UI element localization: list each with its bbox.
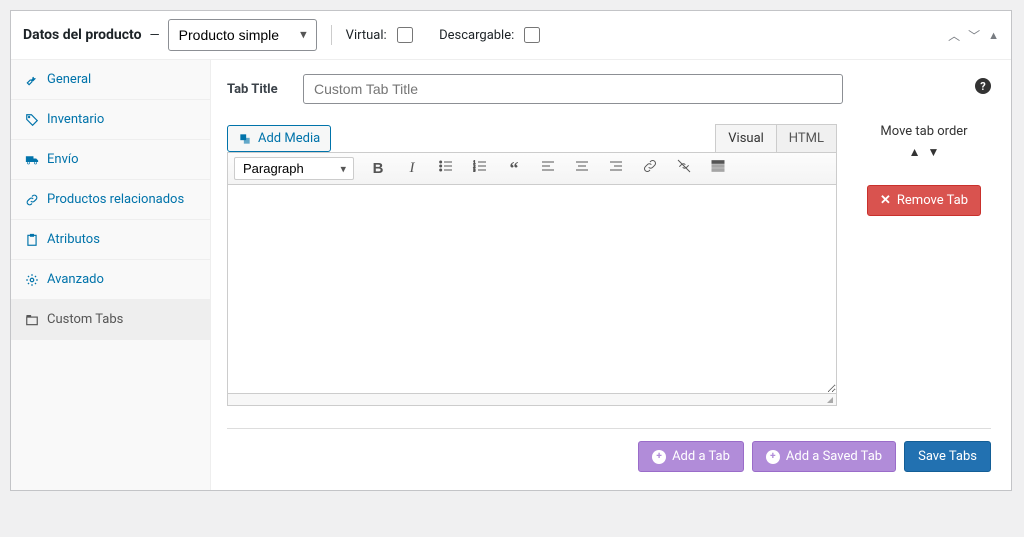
separator <box>227 428 991 429</box>
tab-title-input[interactable] <box>303 74 843 104</box>
help-icon[interactable]: ? <box>975 78 991 94</box>
resize-handle[interactable] <box>227 394 837 406</box>
downloadable-checkbox[interactable] <box>524 27 540 43</box>
move-order-label: Move tab order <box>857 124 991 139</box>
footer-buttons: + Add a Tab + Add a Saved Tab Save Tabs <box>227 441 991 472</box>
sidebar-item-shipping[interactable]: Envío <box>11 140 210 180</box>
toolbar-toggle-button[interactable] <box>708 158 728 179</box>
editor-tab-html[interactable]: HTML <box>777 124 837 152</box>
editor-toolbar: Paragraph B I 123 “ <box>227 152 837 184</box>
sidebar-item-label: Atributos <box>47 232 100 247</box>
sidebar: General Inventario Envío Productos relac… <box>11 60 211 490</box>
sidebar-item-label: Envío <box>47 152 79 167</box>
media-icon <box>238 132 252 146</box>
sidebar-item-label: Avanzado <box>47 272 104 287</box>
truck-icon <box>25 153 39 167</box>
align-center-button[interactable] <box>572 158 592 179</box>
quote-button[interactable]: “ <box>504 158 524 179</box>
main-content: ? Tab Title Add Media Visual HTML <box>211 60 1011 490</box>
link-icon <box>25 193 39 207</box>
tab-controls: Move tab order ▲ ▼ ✕ Remove Tab <box>857 124 991 216</box>
sidebar-item-general[interactable]: General <box>11 60 210 100</box>
add-saved-tab-button[interactable]: + Add a Saved Tab <box>752 441 896 472</box>
remove-tab-button[interactable]: ✕ Remove Tab <box>867 185 981 216</box>
align-left-button[interactable] <box>538 158 558 179</box>
tab-title-label: Tab Title <box>227 82 291 97</box>
add-media-button[interactable]: Add Media <box>227 125 331 152</box>
numbered-list-button[interactable]: 123 <box>470 158 490 179</box>
editor-tab-visual[interactable]: Visual <box>715 124 777 152</box>
clipboard-icon <box>25 233 39 247</box>
paragraph-select[interactable]: Paragraph <box>234 157 354 180</box>
collapse-icon[interactable]: ▲ <box>988 29 999 42</box>
align-right-button[interactable] <box>606 158 626 179</box>
editor: Add Media Visual HTML Paragraph <box>227 124 837 406</box>
sidebar-item-attributes[interactable]: Atributos <box>11 220 210 260</box>
add-tab-button[interactable]: + Add a Tab <box>638 441 744 472</box>
panel-header: Datos del producto — Producto simple Vir… <box>11 11 1011 60</box>
gear-icon <box>25 273 39 287</box>
sidebar-item-custom-tabs[interactable]: Custom Tabs <box>11 300 210 340</box>
downloadable-label: Descargable: <box>439 28 514 43</box>
sidebar-item-label: Productos relacionados <box>47 192 184 207</box>
product-type-select[interactable]: Producto simple <box>168 19 317 51</box>
bold-button[interactable]: B <box>368 160 388 177</box>
sidebar-item-linked[interactable]: Productos relacionados <box>11 180 210 220</box>
sidebar-item-inventory[interactable]: Inventario <box>11 100 210 140</box>
tabs-icon <box>25 313 39 327</box>
sidebar-item-label: General <box>47 72 91 87</box>
svg-text:3: 3 <box>473 167 475 172</box>
tag-icon <box>25 113 39 127</box>
unlink-button[interactable] <box>674 158 694 179</box>
editor-textarea[interactable] <box>227 184 837 394</box>
wrench-icon <box>25 73 39 87</box>
plus-icon: + <box>766 450 780 464</box>
dash: — <box>150 28 160 43</box>
move-tab-up-button[interactable]: ▲ <box>909 145 921 159</box>
separator <box>331 25 332 45</box>
bullet-list-button[interactable] <box>436 158 456 179</box>
virtual-label: Virtual: <box>346 28 387 43</box>
plus-icon: + <box>652 450 666 464</box>
virtual-checkbox[interactable] <box>397 27 413 43</box>
close-icon: ✕ <box>880 193 891 208</box>
move-up-icon[interactable]: ︿ <box>948 27 960 44</box>
product-data-panel: Datos del producto — Producto simple Vir… <box>10 10 1012 491</box>
move-tab-down-button[interactable]: ▼ <box>927 145 939 159</box>
panel-body: General Inventario Envío Productos relac… <box>11 60 1011 490</box>
move-down-icon[interactable]: ﹀ <box>968 27 980 44</box>
italic-button[interactable]: I <box>402 160 422 177</box>
sidebar-item-label: Inventario <box>47 112 104 127</box>
link-button[interactable] <box>640 158 660 179</box>
save-tabs-button[interactable]: Save Tabs <box>904 441 991 472</box>
panel-title: Datos del producto <box>23 27 142 43</box>
sidebar-item-advanced[interactable]: Avanzado <box>11 260 210 300</box>
sidebar-item-label: Custom Tabs <box>47 312 123 327</box>
